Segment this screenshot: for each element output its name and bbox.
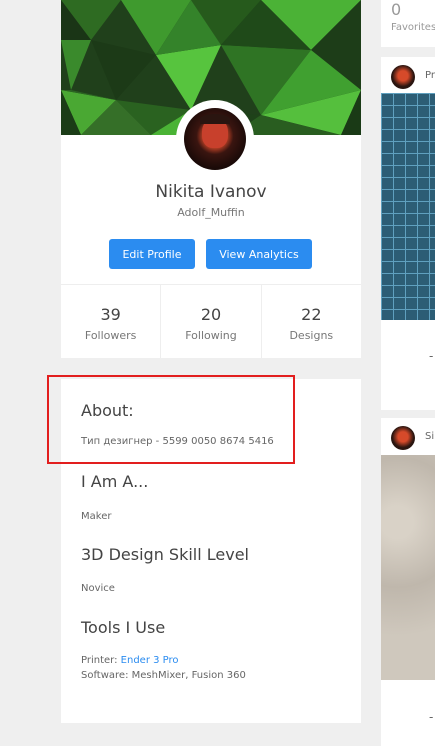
feed-username[interactable]: Pr	[425, 70, 435, 81]
favorites-count: 0	[391, 0, 402, 19]
highlight-box	[47, 375, 295, 464]
printer-line: Printer: Ender 3 Pro	[81, 655, 179, 666]
software-value: MeshMixer, Fusion 360	[131, 670, 246, 681]
feed-username[interactable]: Si	[425, 431, 434, 442]
avatar[interactable]	[391, 65, 415, 89]
avatar[interactable]	[184, 108, 246, 170]
stat-label: Following	[185, 329, 237, 342]
favorites-card: 0 Favorites	[381, 0, 435, 47]
i-am-value: Maker	[81, 511, 112, 522]
avatar[interactable]	[391, 426, 415, 450]
divider-mark: -	[429, 710, 434, 724]
printer-label: Printer:	[81, 655, 118, 666]
feed-card[interactable]: Si -	[381, 418, 435, 746]
design-image[interactable]	[381, 455, 435, 680]
stat-followers[interactable]: 39 Followers	[61, 285, 162, 358]
software-label: Software:	[81, 670, 129, 681]
view-analytics-button[interactable]: View Analytics	[206, 239, 312, 269]
software-line: Software: MeshMixer, Fusion 360	[81, 670, 246, 681]
skill-level-title: 3D Design Skill Level	[81, 545, 249, 564]
tools-title: Tools I Use	[81, 618, 166, 637]
design-image[interactable]	[381, 93, 435, 320]
stat-value: 39	[100, 305, 121, 324]
stat-label: Designs	[289, 329, 334, 342]
profile-username: Adolf_Muffin	[177, 206, 245, 219]
favorites-label: Favorites	[391, 22, 435, 33]
profile-avatar-frame	[176, 100, 254, 178]
edit-profile-button[interactable]: Edit Profile	[109, 239, 195, 269]
printer-link[interactable]: Ender 3 Pro	[121, 655, 179, 666]
profile-stats: 39 Followers 20 Following 22 Designs	[61, 284, 361, 358]
profile-card: Nikita Ivanov Adolf_Muffin Edit Profile …	[61, 0, 361, 358]
stat-value: 20	[200, 305, 222, 324]
skill-level-value: Novice	[81, 583, 115, 594]
stat-designs[interactable]: 22 Designs	[262, 285, 361, 358]
stat-label: Followers	[84, 329, 137, 342]
stat-following[interactable]: 20 Following	[161, 285, 262, 358]
i-am-title: I Am A...	[81, 472, 149, 491]
stat-value: 22	[301, 305, 322, 324]
profile-name: Nikita Ivanov	[155, 182, 267, 202]
feed-card[interactable]: Pr -	[381, 57, 435, 410]
divider-mark: -	[429, 349, 434, 363]
